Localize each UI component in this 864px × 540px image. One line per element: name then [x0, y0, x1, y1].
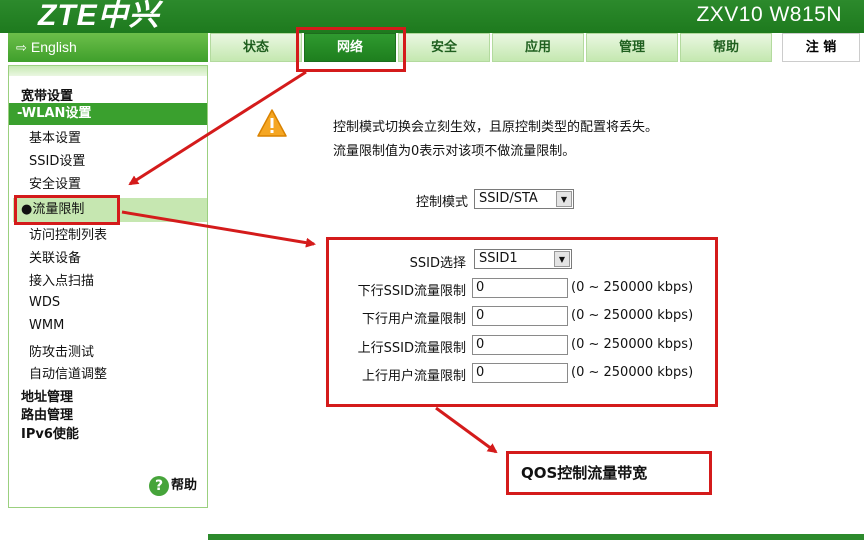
control-mode-select[interactable]: SSID/STA ▼ [474, 189, 574, 209]
arrow-to-qos-label [435, 406, 498, 454]
tab-application[interactable]: 应用 [492, 33, 584, 62]
dropdown-caret-icon: ▼ [556, 191, 572, 207]
tab-security[interactable]: 安全 [398, 33, 490, 62]
sidebar-section-routing[interactable]: 路由管理 [21, 404, 73, 423]
sidebar-item-attack-test[interactable]: 防攻击测试 [29, 341, 94, 360]
sidebar-item-ap-scan[interactable]: 接入点扫描 [29, 270, 94, 289]
arrow-right-icon: ⇨ [16, 40, 27, 55]
sidebar-item-acl[interactable]: 访问控制列表 [29, 224, 107, 243]
sidebar-item-wds[interactable]: WDS [29, 295, 60, 310]
top-nav: ⇨ English 状态 网络 安全 应用 管理 帮助 注 销 [0, 33, 864, 63]
control-mode-value: SSID/STA [479, 191, 538, 206]
annotation-qos-label: QOS控制流量带宽 [506, 451, 712, 495]
sidebar-top-strip [9, 66, 207, 76]
sidebar-help[interactable]: ? 帮助 [149, 474, 197, 496]
notice-line-1: 控制模式切换会立刻生效，且原控制类型的配置将丢失。 [333, 120, 659, 135]
sidebar-section-address[interactable]: 地址管理 [21, 386, 73, 405]
help-icon: ? [149, 475, 169, 496]
tab-management[interactable]: 管理 [586, 33, 678, 62]
footer-bar [208, 534, 864, 540]
tab-status[interactable]: 状态 [210, 33, 302, 62]
annotation-box-rate-limit [14, 195, 120, 225]
annotation-box-network-tab [296, 27, 406, 72]
help-label: 帮助 [171, 478, 198, 493]
zte-logo: ZTE中兴 [38, 0, 160, 32]
logout-button[interactable]: 注 销 [782, 33, 860, 62]
sidebar-item-ssid[interactable]: SSID设置 [29, 150, 85, 169]
model-name: ZXV10 W815N [696, 3, 842, 26]
sidebar-section-wlan[interactable]: -WLAN设置 [9, 103, 207, 125]
language-switch[interactable]: ⇨ English [8, 33, 208, 62]
tab-help[interactable]: 帮助 [680, 33, 772, 62]
sidebar-item-auto-channel[interactable]: 自动信道调整 [29, 363, 107, 382]
sidebar-item-associated[interactable]: 关联设备 [29, 247, 81, 266]
sidebar-item-wmm[interactable]: WMM [29, 318, 64, 333]
control-mode-label: 控制模式 [415, 195, 468, 210]
sidebar-item-basic[interactable]: 基本设置 [29, 127, 81, 146]
annotation-box-qos-form [326, 237, 718, 407]
sidebar-section-broadband[interactable]: 宽带设置 [21, 85, 73, 104]
warning-icon [257, 109, 287, 137]
notice-line-2: 流量限制值为0表示对该项不做流量限制。 [333, 144, 576, 159]
sidebar-item-security[interactable]: 安全设置 [29, 173, 81, 192]
language-label: English [30, 39, 77, 55]
sidebar: 宽带设置 -WLAN设置 基本设置 SSID设置 安全设置 ●流量限制 访问控制… [8, 65, 208, 508]
header-bar: ZTE中兴 ZXV10 W815N [0, 0, 864, 33]
sidebar-section-ipv6[interactable]: IPv6使能 [21, 423, 79, 442]
